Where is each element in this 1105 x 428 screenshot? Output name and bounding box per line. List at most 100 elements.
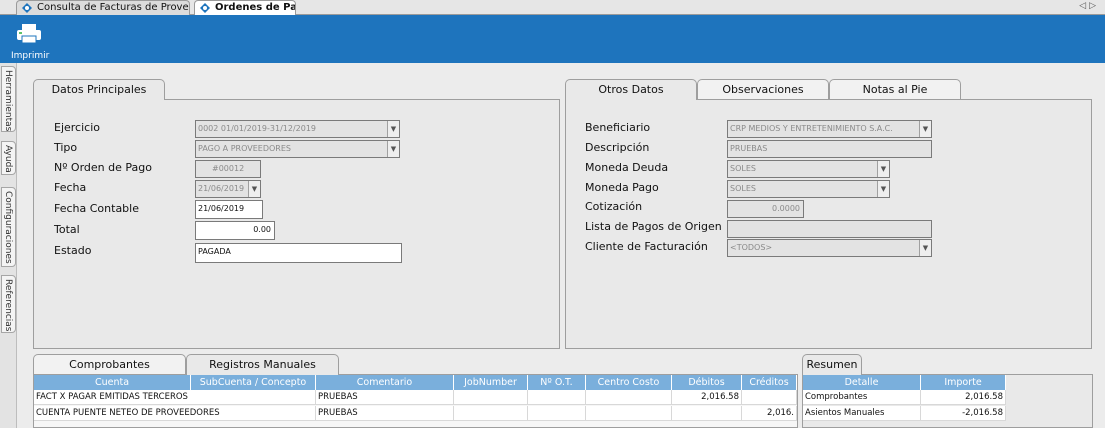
sidebar-item-label: Configuraciones [3,191,13,264]
orden-pago-field[interactable]: #00012 [195,160,261,178]
chevron-down-icon[interactable]: ▼ [877,181,889,197]
col-detalle[interactable]: Detalle [803,375,921,390]
table-row[interactable]: CUENTA PUENTE NETEO DE PROVEEDORES PRUEB… [34,406,797,421]
ejercicio-select[interactable]: 0002 01/01/2019-31/12/2019 ▼ [195,120,400,138]
cell-cuenta: FACT X PAGAR EMITIDAS TERCEROS [34,390,316,405]
tab-comprobantes[interactable]: Comprobantes [33,354,186,374]
printer-icon [17,24,41,44]
cliente-facturacion-label: Cliente de Facturación [585,240,708,253]
tab-label: Datos Principales [51,83,147,96]
lista-pagos-field[interactable] [727,220,932,238]
left-sidebar: Herramientas Ayuda Configuraciones Refer… [0,63,17,428]
toolbar: Imprimir [0,15,1105,63]
cell-creditos: 2,016. [742,406,797,421]
tipo-value: PAGO A PROVEEDORES [198,144,291,153]
fecha-label: Fecha [54,181,87,194]
cell-debitos: 2,016.58 [672,390,742,405]
tab-notas-al-pie[interactable]: Notas al Pie [829,79,961,99]
cliente-facturacion-select[interactable]: <TODOS> ▼ [727,239,932,257]
tab-registros-manuales[interactable]: Registros Manuales [186,354,339,375]
beneficiario-select[interactable]: CRP MEDIOS Y ENTRETENIMIENTO S.A.C. ▼ [727,120,932,138]
tab-label: Comprobantes [69,358,150,371]
grid-header: Detalle Importe [803,375,1006,390]
document-tab-strip: Consulta de Facturas de Proveedor. Orden… [0,0,1105,15]
otros-datos-panel: Beneficiario CRP MEDIOS Y ENTRETENIMIENT… [565,99,1092,349]
chevron-down-icon[interactable]: ▼ [919,240,931,256]
print-button[interactable]: Imprimir [8,19,50,61]
descripcion-field[interactable]: PRUEBAS [727,140,932,158]
moneda-deuda-label: Moneda Deuda [585,161,669,174]
tab-datos-principales[interactable]: Datos Principales [33,79,165,100]
tab-resumen[interactable]: Resumen [802,354,862,375]
tab-consulta-facturas[interactable]: Consulta de Facturas de Proveedor. [16,0,190,15]
estado-field[interactable]: PAGADA [195,243,402,263]
col-centro-costo[interactable]: Centro Costo [586,375,672,390]
fecha-contable-field[interactable]: 21/06/2019 [195,200,263,219]
orden-pago-label: Nº Orden de Pago [54,161,152,174]
ejercicio-value: 0002 01/01/2019-31/12/2019 [198,124,317,133]
cell-jobnumber [454,390,528,405]
moneda-pago-value: SOLES [730,184,756,193]
sidebar-item-label: Herramientas [3,70,13,132]
total-field[interactable]: 0.00 [195,221,275,240]
registros-grid: Cuenta SubCuenta / Concepto Comentario J… [33,374,798,428]
sidebar-item-label: Referencias [3,279,13,332]
sidebar-item-referencias[interactable]: Referencias [1,275,16,333]
fecha-contable-label: Fecha Contable [54,202,139,215]
tab-otros-datos[interactable]: Otros Datos [565,79,697,100]
tipo-label: Tipo [54,141,78,154]
moneda-pago-select[interactable]: SOLES ▼ [727,180,890,198]
col-debitos[interactable]: Débitos [672,375,742,390]
lista-pagos-label: Lista de Pagos de Origen [585,220,722,233]
tab-observaciones[interactable]: Observaciones [697,79,829,99]
tab-label: Otros Datos [598,83,664,96]
chevron-down-icon[interactable]: ▼ [387,141,399,157]
grid-header: Cuenta SubCuenta / Concepto Comentario J… [34,375,797,390]
col-creditos[interactable]: Créditos [742,375,797,390]
cotizacion-field[interactable]: 0.0000 [727,200,804,218]
cell-ot [528,406,586,421]
col-cuenta[interactable]: Cuenta [34,375,191,390]
col-ot[interactable]: Nº O.T. [528,375,586,390]
cell-centro-costo [586,406,672,421]
col-importe[interactable]: Importe [921,375,1006,390]
cotizacion-label: Cotización [585,200,643,213]
sidebar-item-herramientas[interactable]: Herramientas [1,66,16,132]
fecha-picker[interactable]: 21/06/2019 ▼ [195,180,261,198]
cell-cuenta: CUENTA PUENTE NETEO DE PROVEEDORES [34,406,316,421]
tipo-select[interactable]: PAGO A PROVEEDORES ▼ [195,140,400,158]
moneda-deuda-select[interactable]: SOLES ▼ [727,160,890,178]
sidebar-item-configuraciones[interactable]: Configuraciones [1,187,16,267]
tab-scroll-arrows[interactable]: ◁▷ [1079,1,1099,11]
sidebar-item-ayuda[interactable]: Ayuda [1,141,16,175]
cell-creditos [742,390,797,405]
chevron-down-icon[interactable]: ▼ [248,181,260,197]
beneficiario-value: CRP MEDIOS Y ENTRETENIMIENTO S.A.C. [730,124,893,133]
descripcion-label: Descripción [585,141,650,154]
table-row[interactable]: Comprobantes 2,016.58 [803,390,1006,405]
cell-debitos [672,406,742,421]
tab-label: Resumen [806,358,858,371]
cell-ot [528,390,586,405]
chevron-down-icon[interactable]: ▼ [919,121,931,137]
chevron-down-icon[interactable]: ▼ [877,161,889,177]
col-subcuenta[interactable]: SubCuenta / Concepto [191,375,316,390]
cell-importe: -2,016.58 [921,406,1006,421]
moneda-deuda-value: SOLES [730,164,756,173]
resumen-grid: Detalle Importe Comprobantes 2,016.58 As… [802,374,1093,428]
estado-label: Estado [54,244,92,257]
tab-ordenes-de-pago[interactable]: Ordenes de Pago [194,0,296,15]
chevron-down-icon[interactable]: ▼ [387,121,399,137]
moneda-pago-label: Moneda Pago [585,181,659,194]
col-comentario[interactable]: Comentario [316,375,454,390]
sidebar-item-label: Ayuda [3,145,13,173]
col-jobnumber[interactable]: JobNumber [454,375,528,390]
tab-label: Notas al Pie [862,83,928,96]
table-row[interactable]: FACT X PAGAR EMITIDAS TERCEROS PRUEBAS 2… [34,390,797,405]
table-row[interactable]: Asientos Manuales -2,016.58 [803,406,1006,421]
fecha-value: 21/06/2019 [198,184,245,193]
print-label: Imprimir [11,51,50,61]
cell-detalle: Asientos Manuales [803,406,921,421]
cell-jobnumber [454,406,528,421]
tab-label: Consulta de Facturas de Proveedor. [37,2,189,13]
